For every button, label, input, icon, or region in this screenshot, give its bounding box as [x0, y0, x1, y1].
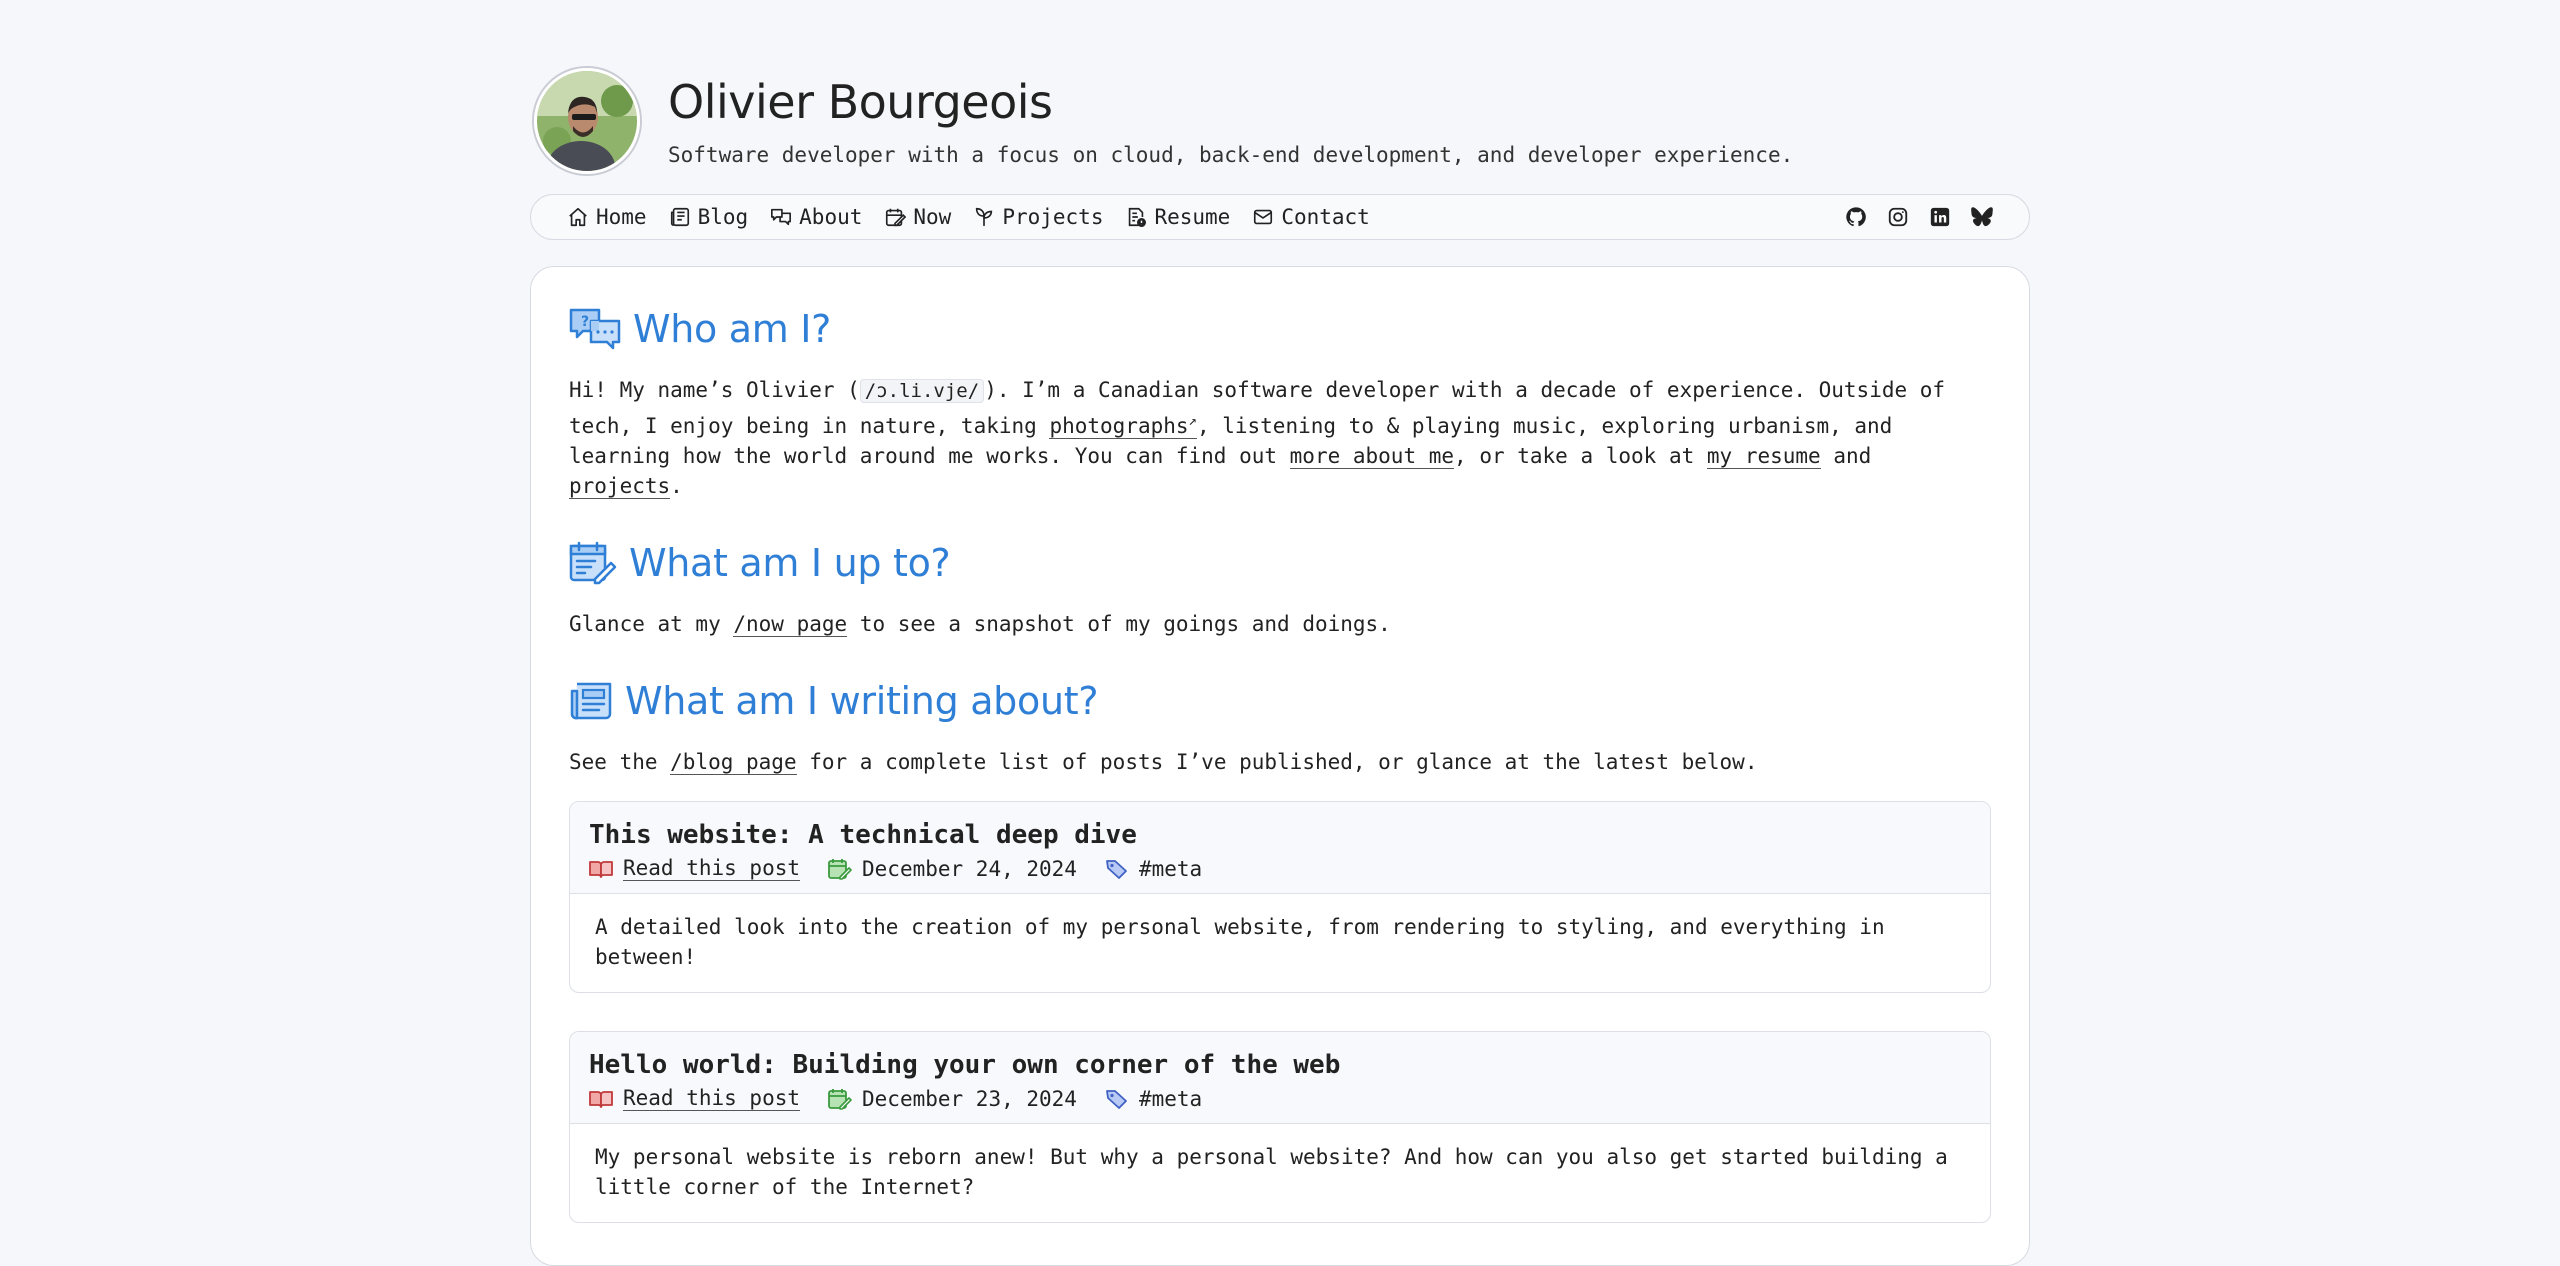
now-paragraph: Glance at my /now page to see a snapshot…: [569, 609, 1991, 639]
post-summary: My personal website is reborn anew! But …: [595, 1145, 1948, 1199]
about-icon: [771, 208, 792, 226]
newspaper-icon: [570, 682, 612, 720]
speech-bubbles-icon: ?: [569, 308, 621, 350]
nav-resume[interactable]: Resume: [1125, 205, 1230, 229]
now-text-2: to see a snapshot of my goings and doing…: [847, 612, 1391, 636]
home-icon: [569, 207, 587, 227]
writing-paragraph: See the /blog page for a complete list o…: [569, 747, 1991, 777]
github-icon[interactable]: [1845, 206, 1867, 228]
svg-text:?: ?: [581, 314, 589, 330]
nav-about-label: About: [799, 205, 863, 229]
nav-now-label: Now: [913, 205, 952, 229]
post-meta: Read this post December 24, 2024 #meta: [589, 856, 1971, 881]
now-heading: What am I up to?: [629, 541, 951, 585]
social-links: [1845, 206, 1993, 228]
nav-home[interactable]: Home: [567, 205, 647, 229]
post-tag[interactable]: #meta: [1139, 857, 1202, 881]
nav-contact-label: Contact: [1281, 205, 1370, 229]
nav-now[interactable]: Now: [884, 205, 951, 229]
resume-icon: [1129, 207, 1147, 227]
post-meta: Read this post December 23, 2024 #meta: [589, 1086, 1971, 1111]
projects-link[interactable]: projects: [569, 474, 671, 499]
read-post-link[interactable]: Read this post: [623, 1086, 801, 1111]
photographs-label: photographs: [1049, 414, 1189, 438]
who-text-1: Hi! My name’s Olivier (: [569, 378, 860, 402]
my-resume-link[interactable]: my resume: [1706, 444, 1821, 469]
who-text-4: , or take a look at: [1454, 444, 1707, 468]
who-section-header: ? Who am I?: [569, 307, 1991, 351]
ipa-pronunciation: /ɔ.li.vje/: [859, 379, 985, 403]
post-tag[interactable]: #meta: [1139, 1087, 1202, 1111]
post-header: Hello world: Building your own corner of…: [570, 1032, 1990, 1124]
now-text-1: Glance at my: [569, 612, 734, 636]
post-card: Hello world: Building your own corner of…: [569, 1031, 1991, 1223]
who-text-5: and: [1820, 444, 1872, 468]
site-header: Olivier Bourgeois Software developer wit…: [530, 68, 2030, 174]
linkedin-icon[interactable]: [1929, 206, 1951, 228]
main-content: ? Who am I? Hi! My name’s Olivier (/ɔ.li…: [530, 266, 2030, 1266]
nav-blog[interactable]: Blog: [669, 205, 749, 229]
more-about-me-link[interactable]: more about me: [1289, 444, 1455, 469]
post-date: December 24, 2024: [862, 856, 1077, 881]
external-link-icon: ↗: [1188, 413, 1197, 429]
contact-icon: [1254, 209, 1273, 225]
writing-text-1: See the: [569, 750, 671, 774]
who-text-6: .: [670, 474, 683, 498]
read-post-link[interactable]: Read this post: [623, 856, 801, 881]
instagram-icon[interactable]: [1887, 206, 1909, 228]
writing-heading: What am I writing about?: [625, 679, 1099, 723]
calendar-icon: [828, 858, 852, 880]
site-tagline: Software developer with a focus on cloud…: [668, 143, 1794, 167]
now-icon: [886, 208, 907, 227]
nav-blog-label: Blog: [697, 205, 749, 229]
navbar: Home Blog About Now Projects Resume Cont…: [530, 194, 2030, 240]
post-summary: A detailed look into the creation of my …: [595, 915, 1885, 969]
nav-home-label: Home: [596, 205, 647, 229]
tag-icon: [1106, 1089, 1127, 1109]
post-card: This website: A technical deep dive Read…: [569, 801, 1991, 993]
photographs-link[interactable]: photographs↗: [1049, 413, 1197, 439]
post-date: December 23, 2024: [862, 1086, 1077, 1111]
writing-section-header: What am I writing about?: [569, 679, 1991, 723]
blog-page-link[interactable]: /blog page: [670, 750, 797, 775]
open-book-icon: [589, 1090, 613, 1108]
calendar-edit-icon: [569, 541, 617, 585]
now-page-link[interactable]: /now page: [733, 612, 848, 637]
who-heading: Who am I?: [633, 307, 832, 351]
nav-contact[interactable]: Contact: [1252, 205, 1370, 229]
post-header: This website: A technical deep dive Read…: [570, 802, 1990, 894]
projects-icon: [976, 207, 993, 227]
tag-icon: [1106, 859, 1127, 879]
nav-resume-label: Resume: [1154, 205, 1231, 229]
bluesky-icon[interactable]: [1971, 206, 1993, 228]
avatar: [534, 68, 640, 174]
blog-icon: [670, 207, 689, 227]
site-title[interactable]: Olivier Bourgeois: [668, 75, 1793, 129]
post-title[interactable]: This website: A technical deep dive: [589, 820, 1971, 850]
now-section-header: What am I up to?: [569, 541, 1991, 585]
post-title[interactable]: Hello world: Building your own corner of…: [589, 1050, 1971, 1080]
nav-projects-label: Projects: [1002, 205, 1104, 229]
nav-about[interactable]: About: [770, 205, 862, 229]
who-paragraph: Hi! My name’s Olivier (/ɔ.li.vje/). I’m …: [569, 375, 1991, 501]
page: Olivier Bourgeois Software developer wit…: [530, 0, 2030, 1266]
nav-projects[interactable]: Projects: [973, 205, 1103, 229]
open-book-icon: [589, 860, 613, 878]
writing-text-2: for a complete list of posts I’ve publis…: [796, 750, 1758, 774]
calendar-icon: [828, 1088, 852, 1110]
